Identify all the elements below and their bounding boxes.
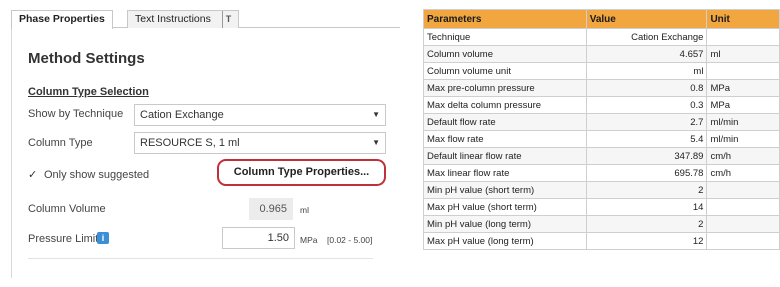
pressure-limit-input[interactable]: 1.50	[222, 227, 295, 249]
pressure-limit-range: [0.02 - 5.00]	[327, 235, 373, 245]
param-cell: Column volume	[423, 45, 587, 63]
unit-cell: ml/min	[706, 130, 780, 148]
unit-cell	[706, 198, 780, 216]
value-cell: 695.78	[585, 164, 708, 182]
table-row[interactable]: Max pre-column pressure 0.8 MPa	[423, 79, 780, 97]
text-format-icon[interactable]: T	[221, 11, 231, 28]
technique-dropdown[interactable]: Cation Exchange ▼	[134, 104, 386, 126]
unit-cell: MPa	[706, 79, 780, 97]
unit-cell: ml/min	[706, 113, 780, 131]
only-show-suggested-checkbox[interactable]: ✓ Only show suggested	[28, 168, 149, 181]
chevron-down-icon: ▼	[372, 110, 380, 119]
only-show-suggested-label: Only show suggested	[44, 169, 150, 181]
value-cell: 14	[585, 198, 708, 216]
param-cell: Default flow rate	[423, 113, 587, 131]
value-cell: 2	[585, 215, 708, 233]
param-cell: Default linear flow rate	[423, 147, 587, 165]
value-cell: 2	[585, 181, 708, 199]
column-volume-value: 0.965	[249, 198, 293, 220]
table-row[interactable]: Max pH value (long term) 12	[423, 232, 780, 250]
table-row[interactable]: Technique Cation Exchange	[423, 28, 780, 46]
tab-bar: Phase Properties Text Instructions T	[11, 8, 400, 29]
tab-text-instructions[interactable]: Text Instructions T	[127, 10, 240, 28]
pressure-limit-unit: MPa	[300, 235, 318, 245]
param-cell: Min pH value (short term)	[423, 181, 587, 199]
value-cell: Cation Exchange	[585, 28, 708, 46]
pressure-limit-label: Pressure Limit	[28, 233, 99, 245]
value-cell: 4.657	[585, 45, 708, 63]
unit-cell: cm/h	[706, 147, 780, 165]
section-divider	[28, 258, 373, 259]
column-type-label: Column Type	[28, 137, 93, 149]
value-cell: 0.8	[585, 79, 708, 97]
unit-cell: ml	[706, 45, 780, 63]
unit-cell: MPa	[706, 96, 780, 114]
table-row[interactable]: Max delta column pressure 0.3 MPa	[423, 96, 780, 114]
unit-cell: cm/h	[706, 164, 780, 182]
table-header-row: Parameters Value Unit	[423, 9, 780, 29]
table-row[interactable]: Default linear flow rate 347.89 cm/h	[423, 147, 780, 165]
chevron-down-icon: ▼	[372, 138, 380, 147]
header-value: Value	[585, 9, 708, 29]
column-volume-unit: ml	[300, 205, 309, 215]
tab-text-instructions-label: Text Instructions	[135, 13, 211, 25]
value-cell: 0.3	[585, 96, 708, 114]
param-cell: Min pH value (long term)	[423, 215, 587, 233]
value-cell: 5.4	[585, 130, 708, 148]
table-row[interactable]: Max flow rate 5.4 ml/min	[423, 130, 780, 148]
header-parameters: Parameters	[423, 9, 587, 29]
phase-properties-panel: Phase Properties Text Instructions T Met…	[0, 0, 400, 287]
param-cell: Column volume unit	[423, 62, 587, 80]
tab-phase-properties[interactable]: Phase Properties	[11, 10, 113, 29]
param-cell: Max pH value (short term)	[423, 198, 587, 216]
param-cell: Max linear flow rate	[423, 164, 587, 182]
table-row[interactable]: Default flow rate 2.7 ml/min	[423, 113, 780, 131]
unit-cell	[706, 28, 780, 46]
table-row[interactable]: Max linear flow rate 695.78 cm/h	[423, 164, 780, 182]
tab-phase-properties-label: Phase Properties	[19, 13, 105, 25]
param-cell: Max pH value (long term)	[423, 232, 587, 250]
value-cell: 2.7	[585, 113, 708, 131]
method-settings-title: Method Settings	[28, 50, 145, 67]
unit-cell	[706, 232, 780, 250]
technique-dropdown-value: Cation Exchange	[140, 109, 224, 121]
unit-cell	[706, 181, 780, 199]
column-type-properties-button[interactable]: Column Type Properties...	[217, 159, 386, 186]
param-cell: Max flow rate	[423, 130, 587, 148]
column-type-selection-heading: Column Type Selection	[28, 86, 149, 98]
unit-cell	[706, 215, 780, 233]
column-type-dropdown-value: RESOURCE S, 1 ml	[140, 137, 240, 149]
unit-cell	[706, 62, 780, 80]
param-cell: Max delta column pressure	[423, 96, 587, 114]
table-row[interactable]: Column volume unit ml	[423, 62, 780, 80]
table-row[interactable]: Max pH value (short term) 14	[423, 198, 780, 216]
param-cell: Technique	[423, 28, 587, 46]
param-cell: Max pre-column pressure	[423, 79, 587, 97]
header-unit: Unit	[706, 9, 780, 29]
show-by-technique-label: Show by Technique	[28, 108, 124, 120]
value-cell: ml	[585, 62, 708, 80]
column-type-dropdown[interactable]: RESOURCE S, 1 ml ▼	[134, 132, 386, 154]
info-icon[interactable]: i	[97, 232, 109, 244]
value-cell: 12	[585, 232, 708, 250]
checkmark-icon: ✓	[28, 169, 38, 181]
table-row[interactable]: Column volume 4.657 ml	[423, 45, 780, 63]
column-volume-label: Column Volume	[28, 203, 106, 215]
parameters-table: Parameters Value Unit Technique Cation Ex…	[423, 9, 780, 250]
table-row[interactable]: Min pH value (long term) 2	[423, 215, 780, 233]
value-cell: 347.89	[585, 147, 708, 165]
table-row[interactable]: Min pH value (short term) 2	[423, 181, 780, 199]
